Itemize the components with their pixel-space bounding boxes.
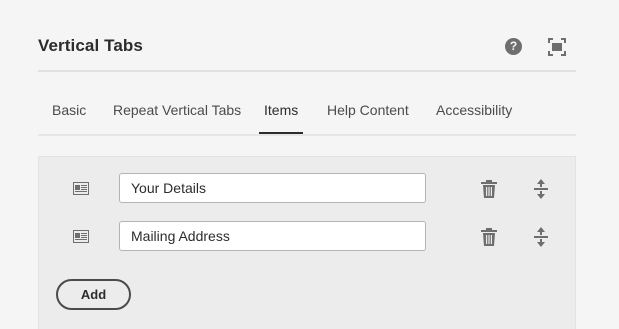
tab-items[interactable]: Items — [258, 102, 304, 134]
trash-icon[interactable] — [481, 228, 497, 246]
trash-icon[interactable] — [481, 180, 497, 198]
list-item — [39, 221, 575, 255]
help-icon[interactable]: ? — [505, 38, 522, 55]
list-item — [39, 173, 575, 207]
tab-accessibility[interactable]: Accessibility — [436, 102, 512, 132]
fullscreen-icon[interactable] — [548, 38, 566, 56]
move-vertical-icon[interactable] — [533, 227, 549, 247]
add-item-button[interactable]: Add — [56, 279, 131, 310]
tab-bar: Basic Repeat Vertical Tabs Items Help Co… — [38, 90, 576, 136]
item-title-field[interactable] — [119, 173, 426, 203]
move-vertical-icon[interactable] — [533, 179, 549, 199]
drag-handle-icon[interactable] — [73, 230, 89, 243]
tab-help-content[interactable]: Help Content — [327, 102, 409, 132]
drag-handle-icon[interactable] — [73, 182, 89, 195]
items-panel: Add — [38, 156, 576, 329]
tab-basic[interactable]: Basic — [52, 102, 86, 132]
item-title-field[interactable] — [119, 221, 426, 251]
tab-repeat-vertical-tabs[interactable]: Repeat Vertical Tabs — [113, 102, 241, 132]
dialog-title: Vertical Tabs — [38, 36, 143, 55]
dialog: Vertical Tabs ? Basic Repeat Vertical Ta… — [0, 0, 619, 329]
dialog-header: Vertical Tabs ? — [38, 26, 576, 72]
